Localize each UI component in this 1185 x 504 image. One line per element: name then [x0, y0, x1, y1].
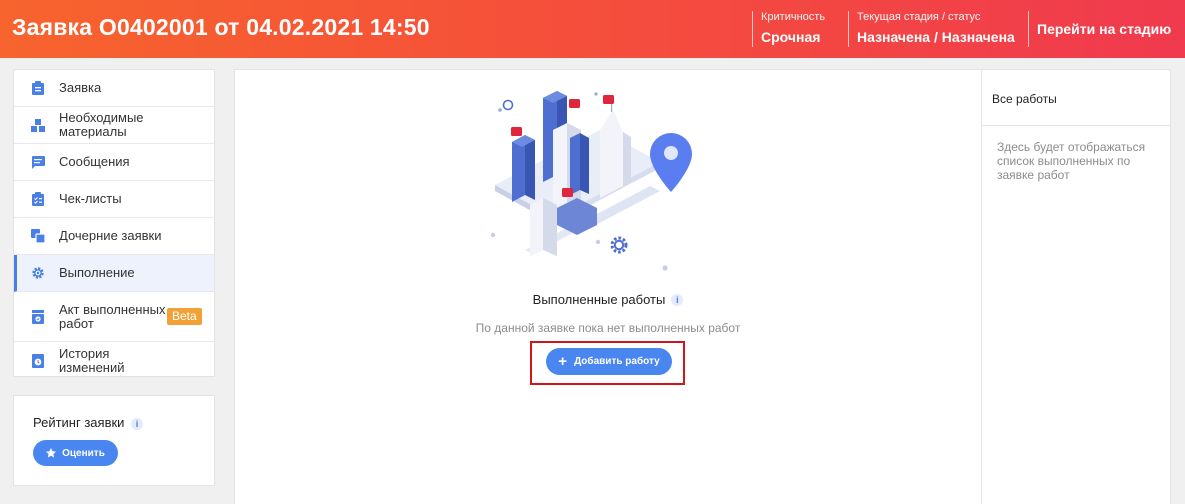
sidebar-item-execution[interactable]: Выполнение	[14, 255, 214, 292]
rate-button-label: Оценить	[62, 447, 105, 459]
sidebar-item-materials[interactable]: Необходимые материалы	[14, 107, 214, 144]
sidebar-item-label: Акт выполненных работ	[59, 301, 166, 331]
sidebar-item-label: Сообщения	[59, 154, 130, 169]
gear-icon	[31, 266, 45, 280]
criticality-block: Критичность Срочная	[752, 11, 844, 47]
all-works-header: Все работы	[982, 70, 1171, 126]
rating-card: Рейтинг заявки i Оценить	[13, 395, 215, 486]
sidebar-item-label: История изменений	[59, 345, 125, 375]
add-work-button[interactable]: + Добавить работу	[546, 348, 672, 375]
info-icon[interactable]: i	[671, 293, 684, 306]
child-requests-icon	[31, 229, 45, 243]
sidebar-item-child-requests[interactable]: Дочерние заявки	[14, 218, 214, 255]
act-icon	[31, 309, 45, 324]
plus-icon: +	[558, 352, 568, 370]
all-works-empty-text: Здесь будет отображаться список выполнен…	[997, 140, 1146, 182]
city-illustration	[490, 91, 692, 271]
stage-value: Назначена / Назначена	[857, 29, 1015, 45]
empty-state-text: По данной заявке пока нет выполненных ра…	[475, 321, 741, 335]
chat-icon	[31, 155, 45, 169]
add-work-label: Добавить работу	[574, 356, 660, 367]
sidebar-item-act[interactable]: Акт выполненных работ Beta	[14, 292, 214, 342]
main-panel: Выполненные работы i По данной заявке пок…	[234, 69, 1171, 504]
rate-button[interactable]: Оценить	[33, 440, 118, 466]
info-icon[interactable]: i	[131, 418, 143, 430]
clipboard-icon	[31, 81, 45, 95]
section-title: Выполненные работы i	[235, 292, 981, 307]
criticality-value: Срочная	[761, 29, 821, 45]
sidebar-item-label: Заявка	[59, 80, 102, 95]
boxes-icon	[31, 118, 45, 132]
sidebar-item-label: Необходимые материалы	[59, 110, 144, 139]
sidebar-item-checklists[interactable]: Чек-листы	[14, 181, 214, 218]
star-icon	[46, 448, 57, 458]
criticality-label: Критичность	[761, 11, 826, 23]
checklist-icon	[31, 192, 45, 206]
sidebar-item-request[interactable]: Заявка	[14, 70, 214, 107]
goto-stage-button[interactable]: Перейти на стадию	[1028, 11, 1178, 47]
rating-title: Рейтинг заявки	[33, 415, 125, 430]
sidebar-item-messages[interactable]: Сообщения	[14, 144, 214, 181]
panel-divider	[981, 70, 982, 504]
history-icon	[31, 353, 45, 368]
section-title-text: Выполненные работы	[532, 292, 666, 307]
page-header: Заявка O0402001 от 04.02.2021 14:50 Крит…	[0, 0, 1185, 58]
sidebar-nav: Заявка Необходимые материалы Сообщения Ч…	[13, 69, 215, 377]
sidebar-item-label: Выполнение	[59, 265, 135, 280]
sidebar-item-label: Дочерние заявки	[59, 228, 162, 243]
stage-block: Текущая стадия / статус Назначена / Назн…	[848, 11, 1024, 47]
highlight-box: + Добавить работу	[530, 341, 685, 385]
stage-label: Текущая стадия / статус	[857, 11, 981, 23]
sidebar-item-history[interactable]: История изменений	[14, 342, 214, 379]
page-title: Заявка O0402001 от 04.02.2021 14:50	[12, 14, 430, 40]
beta-badge: Beta	[167, 308, 202, 325]
sidebar-item-label: Чек-листы	[59, 191, 122, 206]
